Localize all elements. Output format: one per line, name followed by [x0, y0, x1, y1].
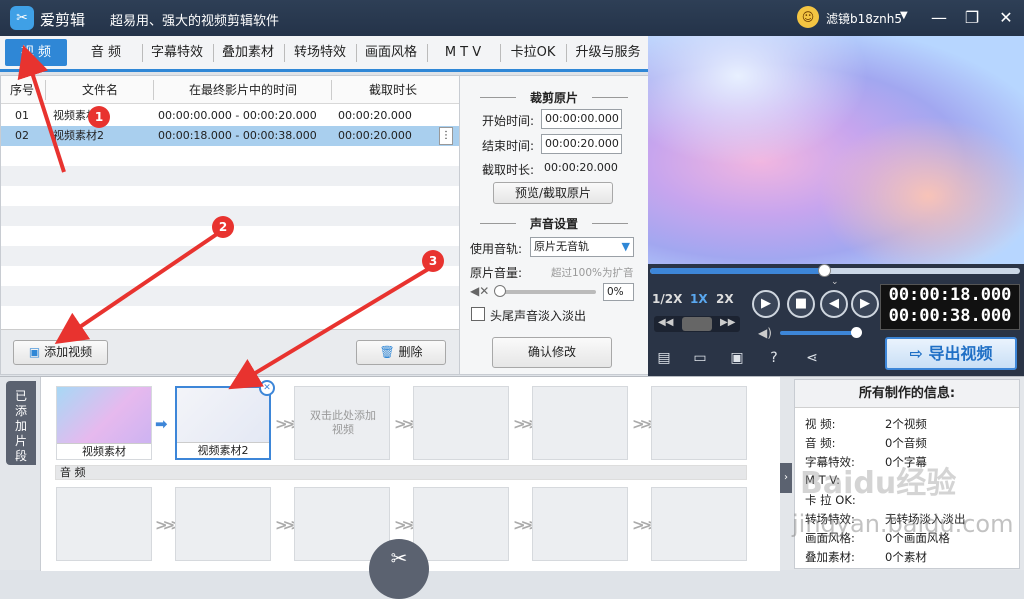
step-marker-2: 2	[212, 216, 234, 238]
step-marker-3: 3	[422, 250, 444, 272]
watermark: Baidu经验	[800, 466, 957, 501]
step-marker-1: 1	[88, 106, 110, 128]
watermark-url: jingyan.baidu.com	[792, 510, 1014, 538]
